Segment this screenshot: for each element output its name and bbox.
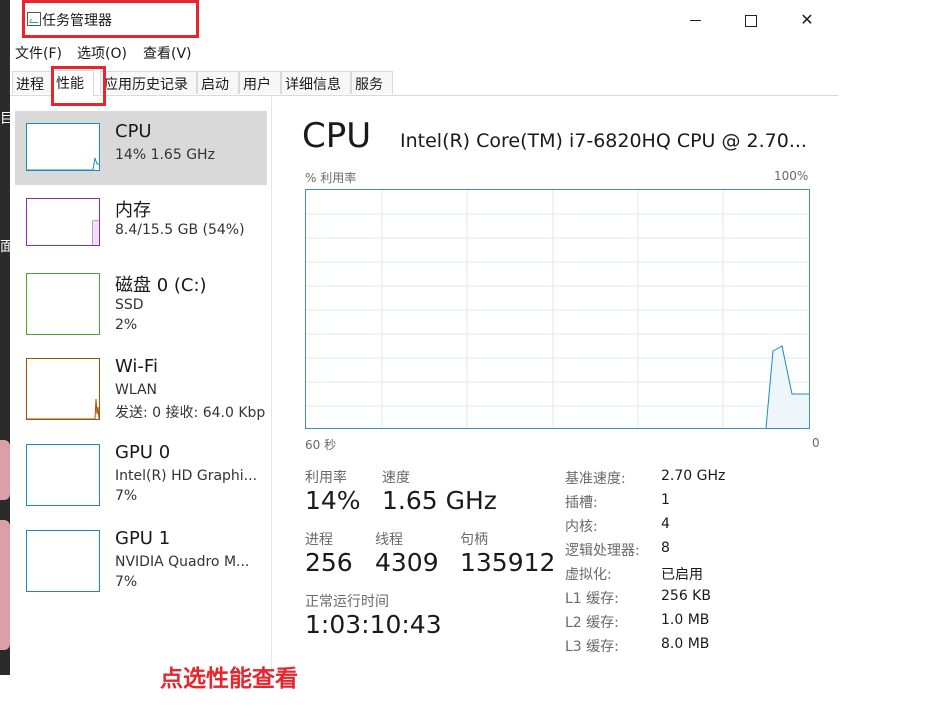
sidebar-item-name: 磁盘 0 (C:) — [115, 275, 207, 296]
graph-y-label: % 利用率 — [305, 171, 357, 185]
spec-label: L3 缓存: — [565, 639, 619, 655]
handles-label: 句柄 — [460, 532, 488, 548]
wifi-thumbnail-graph — [26, 358, 100, 420]
sidebar-item-detail: 14% 1.65 GHz — [115, 147, 215, 163]
maximize-button[interactable] — [728, 4, 774, 36]
sidebar-item-name: CPU — [115, 121, 152, 142]
tab-details[interactable]: 详细信息 — [281, 71, 351, 94]
sidebar-item-name: GPU 0 — [115, 442, 171, 463]
sidebar-item-name: GPU 1 — [115, 528, 171, 549]
sidebar-item-detail: 7% — [115, 488, 138, 504]
annotation-caption: 点选性能查看 — [160, 666, 298, 692]
menu-bar: 文件(F) 选项(O) 查看(V) — [10, 40, 838, 64]
graph-gridlines — [306, 190, 809, 428]
spec-value: 2.70 GHz — [661, 468, 726, 484]
spec-label: L1 缓存: — [565, 591, 619, 607]
spec-value: 8.0 MB — [661, 636, 710, 652]
menu-view[interactable]: 查看(V) — [143, 43, 192, 63]
speed-value: 1.65 GHz — [382, 486, 497, 515]
task-manager-window: 任务管理器 ✕ 文件(F) 选项(O) 查看(V) 进程 性能 应用历史记录 启… — [10, 0, 838, 675]
menu-file[interactable]: 文件(F) — [15, 43, 62, 63]
threads-value: 4309 — [375, 548, 439, 577]
tab-app-history[interactable]: 应用历史记录 — [100, 71, 197, 94]
spec-label: 逻辑处理器: — [565, 543, 640, 559]
sidebar-item-detail: Intel(R) HD Graphi... — [115, 468, 258, 484]
spec-label: 基准速度: — [565, 471, 626, 487]
annotation-highlight-title — [22, 0, 199, 38]
memory-thumbnail-line — [92, 220, 99, 245]
graph-x-left: 60 秒 — [305, 438, 337, 452]
tab-startup[interactable]: 启动 — [197, 71, 239, 94]
cpu-model-name: Intel(R) Core(TM) i7-6820HQ CPU @ 2.70..… — [400, 130, 807, 152]
processes-value: 256 — [305, 548, 353, 577]
annotation-highlight-performance-tab — [51, 66, 106, 106]
graph-y-max: 100% — [774, 169, 809, 183]
desktop-wallpaper-shape — [0, 520, 10, 650]
sidebar-item-name: Wi-Fi — [115, 356, 158, 377]
cpu-thumbnail-line — [27, 157, 99, 170]
speed-label: 速度 — [382, 470, 410, 486]
sidebar-item-gpu0[interactable]: GPU 0 Intel(R) HD Graphi... 7% — [15, 432, 267, 506]
spec-value: 1.0 MB — [661, 612, 710, 628]
spec-label: 插槽: — [565, 495, 598, 511]
uptime-label: 正常运行时间 — [305, 594, 389, 610]
sidebar-item-wifi[interactable]: Wi-Fi WLAN 发送: 0 接收: 64.0 Kbp — [15, 346, 267, 421]
sidebar-item-detail: SSD — [115, 297, 144, 313]
sidebar-item-gpu1[interactable]: GPU 1 NVIDIA Quadro M... 7% — [15, 518, 267, 592]
sidebar-item-disk[interactable]: 磁盘 0 (C:) SSD 2% — [15, 261, 267, 335]
threads-label: 线程 — [375, 532, 403, 548]
sidebar-item-detail: 7% — [115, 574, 138, 590]
sidebar-item-name: 内存 — [115, 200, 151, 221]
spec-value: 256 KB — [661, 588, 711, 604]
spec-value: 已启用 — [661, 567, 703, 583]
spec-value: 1 — [661, 492, 670, 508]
uptime-value: 1:03:10:43 — [305, 610, 442, 639]
memory-thumbnail-graph — [26, 198, 100, 246]
minimize-button[interactable] — [672, 4, 718, 36]
spec-value: 8 — [661, 540, 670, 556]
sidebar-item-memory[interactable]: 内存 8.4/15.5 GB (54%) — [15, 186, 267, 260]
spec-label: 虚拟化: — [565, 567, 612, 583]
sidebar-item-detail: 2% — [115, 317, 138, 333]
sidebar-item-cpu[interactable]: CPU 14% 1.65 GHz — [15, 111, 267, 185]
menu-options[interactable]: 选项(O) — [77, 43, 127, 63]
sidebar-item-detail: 发送: 0 接收: 64.0 Kbp — [115, 405, 266, 421]
cpu-thumbnail-graph — [26, 123, 100, 171]
disk-thumbnail-graph — [26, 273, 100, 335]
tab-processes[interactable]: 进程 — [12, 71, 52, 94]
handles-value: 135912 — [460, 548, 556, 577]
graph-x-right: 0 — [812, 436, 820, 450]
resource-sidebar: CPU 14% 1.65 GHz 内存 8.4/15.5 GB (54%) 磁盘… — [10, 96, 272, 675]
cpu-utilization-plot — [306, 190, 809, 429]
tab-services[interactable]: 服务 — [351, 71, 393, 94]
sidebar-item-detail: 8.4/15.5 GB (54%) — [115, 222, 245, 238]
wifi-thumbnail-line — [27, 398, 99, 419]
utilization-value: 14% — [305, 486, 361, 515]
utilization-label: 利用率 — [305, 470, 347, 486]
sidebar-item-detail: NVIDIA Quadro M... — [115, 554, 250, 570]
spec-value: 4 — [661, 516, 670, 532]
page-title: CPU — [302, 116, 372, 156]
desktop-wallpaper-shape — [0, 440, 10, 500]
cpu-utilization-graph — [305, 189, 810, 429]
gpu1-thumbnail-graph — [26, 530, 100, 592]
processes-label: 进程 — [305, 532, 333, 548]
tab-users[interactable]: 用户 — [239, 71, 281, 94]
spec-label: L2 缓存: — [565, 615, 619, 631]
cpu-detail-panel: CPU Intel(R) Core(TM) i7-6820HQ CPU @ 2.… — [272, 96, 838, 675]
spec-label: 内核: — [565, 519, 598, 535]
gpu0-thumbnail-graph — [26, 444, 100, 506]
close-button[interactable]: ✕ — [784, 4, 830, 36]
desktop-background: 目 面 — [0, 0, 14, 675]
sidebar-item-detail: WLAN — [115, 382, 158, 398]
tab-bar: 进程 性能 应用历史记录 启动 用户 详细信息 服务 — [10, 70, 838, 96]
